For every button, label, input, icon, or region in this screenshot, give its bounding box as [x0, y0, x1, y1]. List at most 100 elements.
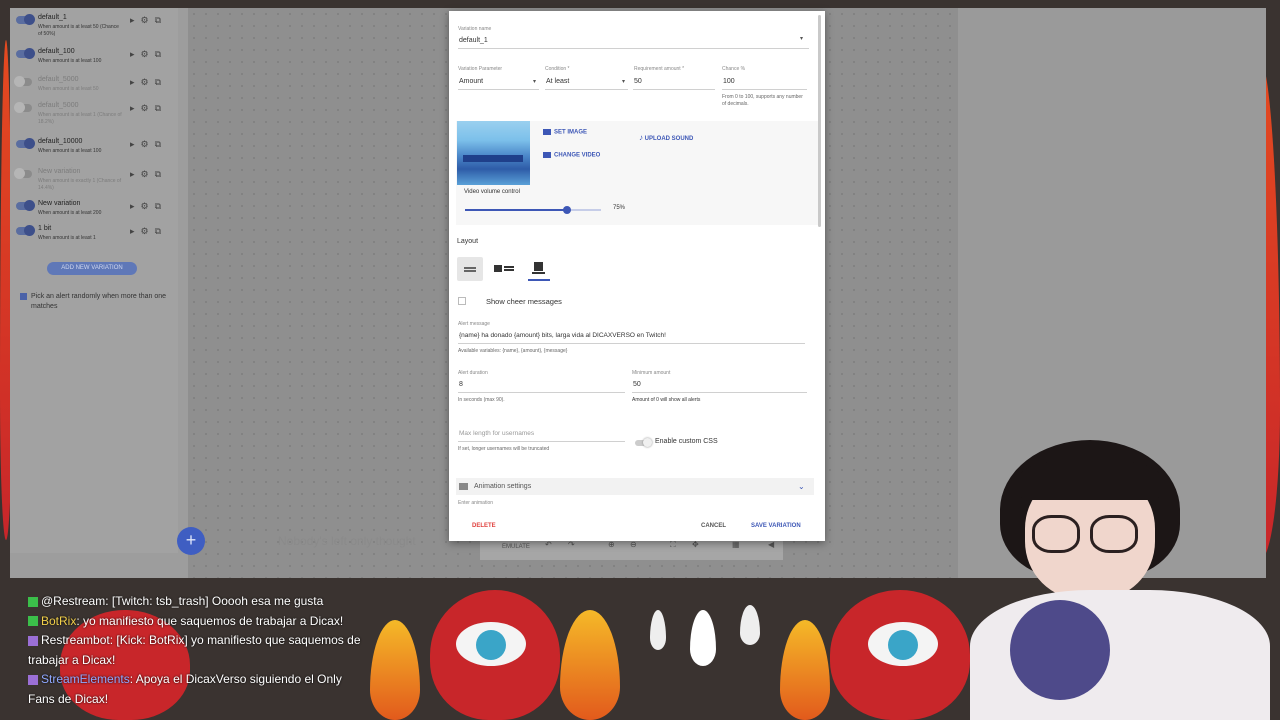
- chevron-down-icon[interactable]: ▾: [800, 35, 803, 42]
- custom-css-toggle[interactable]: [635, 438, 652, 447]
- chevron-down-icon[interactable]: ⌄: [798, 482, 805, 491]
- chance-input[interactable]: 100: [723, 78, 735, 85]
- copy-icon[interactable]: ⧉: [155, 77, 167, 87]
- animation-settings-header[interactable]: Animation settings ⌄: [456, 478, 814, 495]
- variation-actions: ▸⚙⧉: [130, 77, 167, 88]
- variation-toggle[interactable]: [14, 168, 32, 179]
- divider: [458, 441, 625, 442]
- variation-row[interactable]: default_100 When amount is at least 100 ▸⚙…: [10, 45, 178, 71]
- copy-icon[interactable]: ⧉: [155, 49, 167, 59]
- set-image-label: SET IMAGE: [554, 129, 588, 136]
- gear-icon[interactable]: ⚙: [141, 226, 155, 236]
- play-icon[interactable]: ▸: [130, 226, 141, 236]
- param-select[interactable]: Amount: [459, 78, 483, 85]
- variation-toggle[interactable]: [16, 48, 35, 59]
- add-widget-button[interactable]: +: [177, 527, 205, 555]
- gear-icon[interactable]: ⚙: [141, 77, 155, 87]
- variation-row[interactable]: default_10000 When amount is at least 100…: [10, 135, 178, 161]
- variation-row[interactable]: default_5000 When amount is at least 50 ▸⚙…: [10, 73, 178, 99]
- sound-icon[interactable]: ◀: [768, 540, 774, 549]
- upload-sound-button[interactable]: ♪ UPLOAD SOUND: [639, 133, 693, 142]
- play-icon[interactable]: ▸: [130, 77, 141, 87]
- gear-icon[interactable]: ⚙: [141, 103, 155, 113]
- play-icon[interactable]: ▸: [130, 169, 141, 179]
- chat-username: StreamElements: [41, 672, 130, 686]
- chevron-down-icon[interactable]: ▾: [622, 78, 625, 85]
- show-cheer-checkbox[interactable]: [458, 297, 466, 305]
- zoom-out-icon[interactable]: ⊖: [630, 540, 637, 549]
- requirement-input[interactable]: 50: [634, 78, 642, 85]
- chevron-down-icon[interactable]: ▾: [533, 78, 536, 85]
- variation-toggle[interactable]: [16, 14, 35, 25]
- copy-icon[interactable]: ⧉: [155, 15, 167, 25]
- max-length-input[interactable]: Max length for usernames: [459, 430, 534, 437]
- copy-icon[interactable]: ⧉: [155, 201, 167, 211]
- copy-icon[interactable]: ⧉: [155, 139, 167, 149]
- gear-icon[interactable]: ⚙: [141, 139, 155, 149]
- layout-option-top[interactable]: [457, 257, 483, 281]
- delete-button[interactable]: DELETE: [472, 523, 496, 529]
- variation-row[interactable]: 1 bit When amount is at least 1 ▸⚙⧉: [10, 222, 178, 248]
- chance-helper: From 0 to 100, supports any number of de…: [722, 94, 803, 107]
- duration-input[interactable]: 8: [459, 381, 463, 388]
- cancel-button[interactable]: CANCEL: [701, 523, 726, 529]
- variation-toggle[interactable]: [14, 102, 32, 113]
- alert-message-input[interactable]: {name} ha donado {amount} bits, larga vi…: [459, 332, 666, 339]
- scrollbar[interactable]: [818, 15, 821, 227]
- play-icon[interactable]: ▸: [130, 139, 141, 149]
- variation-row[interactable]: default_1 When amount is at least 50 (Cha…: [10, 11, 178, 37]
- fullscreen-icon[interactable]: ⛶: [670, 540, 676, 550]
- gear-icon[interactable]: ⚙: [141, 201, 155, 211]
- volume-slider-handle[interactable]: [563, 206, 571, 214]
- copy-icon[interactable]: ⧉: [155, 226, 167, 236]
- copy-icon[interactable]: ⧉: [155, 169, 167, 179]
- min-amount-label: Minimum amount: [632, 370, 671, 376]
- variation-toggle[interactable]: [16, 200, 35, 211]
- requirement-label: Requirement amount *: [634, 66, 685, 72]
- copy-icon[interactable]: ⧉: [155, 103, 167, 113]
- gear-icon[interactable]: ⚙: [141, 49, 155, 59]
- variation-actions: ▸⚙⧉: [130, 139, 167, 150]
- redo-icon[interactable]: ↷: [568, 540, 575, 549]
- fit-icon[interactable]: ✥: [692, 540, 699, 549]
- chat-overlay: @Restream: [Twitch: tsb_trash] Ooooh esa…: [28, 592, 368, 709]
- min-amount-helper: Amount of 0 will show all alerts: [632, 397, 701, 403]
- play-icon[interactable]: ▸: [130, 201, 141, 211]
- variation-row[interactable]: New variation When amount is exactly 1 (C…: [10, 165, 178, 191]
- variation-name: default_5000: [38, 76, 79, 83]
- variation-toggle[interactable]: [16, 138, 35, 149]
- undo-icon[interactable]: ↶: [545, 540, 552, 549]
- save-variation-button[interactable]: SAVE VARIATION: [751, 523, 801, 529]
- edit-variation-dialog: Variation name default_1 ▾ Variation Par…: [449, 11, 825, 541]
- platform-icon: [28, 674, 38, 685]
- condition-select[interactable]: At least: [546, 78, 569, 85]
- variation-row[interactable]: default_5000 When amount is at least 1 (C…: [10, 99, 178, 125]
- streamer-bangs: [1020, 460, 1160, 500]
- layout-option-overlay[interactable]: [526, 257, 552, 281]
- play-icon[interactable]: ▸: [130, 103, 141, 113]
- play-icon[interactable]: ▸: [130, 49, 141, 59]
- gear-icon[interactable]: ⚙: [141, 15, 155, 25]
- play-icon[interactable]: ▸: [130, 15, 141, 25]
- layout-option-side[interactable]: [492, 257, 518, 281]
- grid-icon[interactable]: ▦: [732, 540, 740, 549]
- add-variation-button[interactable]: ADD NEW VARIATION: [47, 262, 137, 275]
- checkbox-icon[interactable]: [20, 293, 27, 300]
- eye-decoration: [476, 630, 506, 660]
- eye-decoration: [888, 630, 918, 660]
- emulate-button[interactable]: EMULATE: [502, 544, 530, 550]
- variation-row[interactable]: New variation When amount is at least 200…: [10, 197, 178, 223]
- zoom-in-icon[interactable]: ⊕: [608, 540, 615, 549]
- gear-icon[interactable]: ⚙: [141, 169, 155, 179]
- volume-slider[interactable]: [465, 206, 601, 214]
- change-video-button[interactable]: CHANGE VIDEO: [543, 152, 600, 159]
- variation-name-input[interactable]: default_1: [459, 37, 488, 44]
- set-image-button[interactable]: SET IMAGE: [543, 129, 587, 136]
- chat-username: Restreambot: [41, 633, 110, 647]
- variation-description: When amount is at least 200: [38, 210, 102, 216]
- variation-toggle[interactable]: [14, 76, 32, 87]
- variation-toggle[interactable]: [16, 225, 35, 236]
- flame-decoration: [560, 610, 620, 720]
- chance-label: Chance %: [722, 66, 746, 72]
- min-amount-input[interactable]: 50: [633, 381, 641, 388]
